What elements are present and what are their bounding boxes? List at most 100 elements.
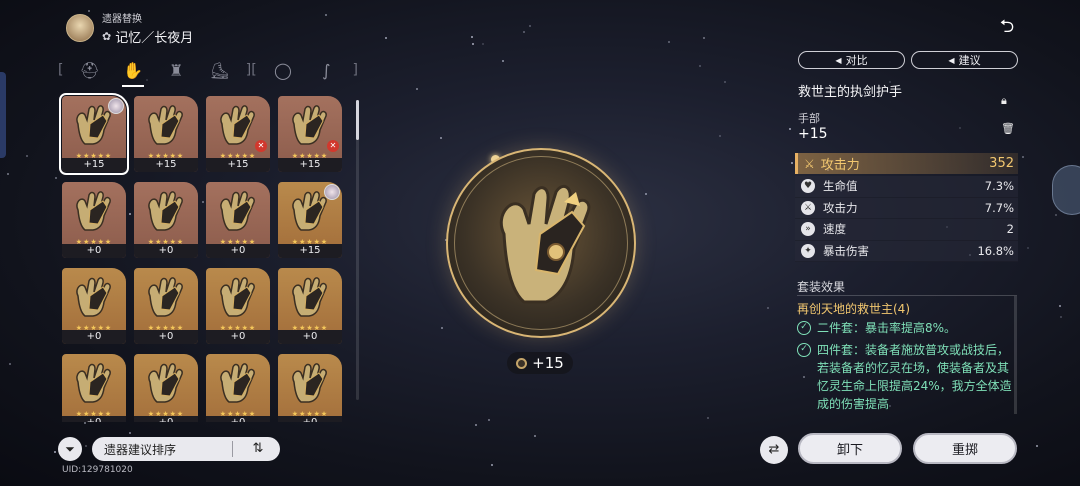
star-dot [528, 24, 531, 27]
bracket-right-icon: ] [352, 62, 358, 78]
relic-card[interactable]: ★★★★★ +15 [134, 96, 198, 172]
side-tab[interactable] [0, 72, 6, 158]
star-dot [9, 363, 12, 366]
relic-card[interactable]: ★★★★★+0 [206, 182, 270, 258]
glove-icon [142, 102, 186, 146]
glove-icon [214, 274, 258, 318]
boots-icon[interactable]: ⛸ [203, 57, 237, 83]
page-title: ✿ 记忆／长夜月 [102, 27, 193, 46]
relic-card[interactable]: ★★★★★ +15 [59, 93, 129, 175]
reroll-button[interactable]: 重掷 [913, 433, 1017, 464]
discard-icon[interactable]: 🗑︎ [1001, 122, 1015, 135]
owner-avatar [108, 98, 124, 114]
star-dot [645, 192, 648, 195]
relic-grid-panel[interactable]: ★★★★★ +15 ★★★★★ +15 ★★★★★ +15 ✕ ★★★★★ +15 ✕ ★★★★★ +… [58, 92, 356, 422]
relic-card[interactable]: ★★★★★ +15 [278, 182, 342, 258]
sub-stat-name: 速度 [823, 222, 846, 237]
play-arrow-icon: ◀ [835, 55, 842, 65]
relic-card[interactable]: ★★★★★ +15 ✕ [278, 96, 342, 172]
relic-level-label: +0 [134, 244, 198, 258]
star-dot [472, 42, 474, 45]
filter-button[interactable]: ⏷ [58, 437, 82, 461]
relic-level-label: +15 [206, 158, 270, 172]
unequip-button[interactable]: 卸下 [798, 433, 902, 464]
showcase-level-badge: +15 [507, 352, 573, 374]
glove-icon [286, 102, 330, 146]
bracket-mid-icon: ][ [245, 62, 257, 78]
sphere-icon[interactable]: ◯ [266, 57, 300, 83]
compare-button[interactable]: ◀ 对比 [798, 51, 905, 69]
set-effects-list[interactable]: ✓ 二件套：暴击率提高8%。 ✓ 四件套：装备者施放普攻或战技后，若装备者的忆灵… [797, 319, 1017, 415]
star-dot [325, 14, 328, 17]
sub-stat-value: 16.8% [977, 243, 1014, 258]
relic-card[interactable]: ★★★★★+0 [134, 354, 198, 422]
swap-icon[interactable]: ⇄ [760, 436, 788, 464]
set-divider [797, 295, 1017, 296]
relic-card[interactable]: ★★★★★+0 [278, 354, 342, 422]
character-path-name: 记忆／长夜月 [115, 31, 194, 46]
relic-level-label: +15 [62, 158, 126, 172]
suggest-label: 建议 [958, 54, 981, 67]
helmet-icon[interactable]: ⛑ [73, 57, 107, 83]
sword-icon: ⚔ [804, 156, 815, 171]
grid-scrollbar-thumb[interactable] [356, 100, 359, 140]
star-dot [698, 65, 701, 68]
check-icon: ✓ [797, 321, 811, 335]
star-dot [416, 88, 419, 91]
grid-scrollbar-track[interactable] [356, 100, 359, 400]
star-dot [85, 444, 88, 447]
sub-stat-row: ⚔ 攻击力 7.7% [795, 197, 1018, 219]
star-dot [724, 80, 727, 83]
armor-icon[interactable]: ♜ [159, 57, 193, 83]
glove-icon [70, 102, 114, 146]
rope-icon[interactable]: ∫ [309, 57, 343, 83]
star-dot [522, 30, 525, 33]
back-icon[interactable]: ⮌ [994, 14, 1020, 37]
star-dot [490, 464, 493, 467]
relic-card[interactable]: ★★★★★+0 [278, 268, 342, 344]
relic-level-label: +0 [206, 330, 270, 344]
glove-icon [70, 274, 114, 318]
glove-icon [214, 188, 258, 232]
relic-level: +15 [798, 126, 828, 142]
suggest-button[interactable]: ◀ 建议 [911, 51, 1018, 69]
glove-icon [70, 188, 114, 232]
relic-card[interactable]: ★★★★★+0 [134, 182, 198, 258]
sub-stat-value: 2 [1006, 222, 1014, 237]
lock-icon[interactable]: 🔒︎ [1001, 94, 1007, 108]
character-avatar[interactable] [66, 14, 94, 42]
glove-icon [214, 360, 258, 404]
side-float-button[interactable] [1052, 165, 1080, 215]
boot-speed-icon: » [801, 222, 815, 237]
set-effect-title: 套装效果 [797, 280, 846, 294]
relic-card[interactable]: ★★★★★+0 [62, 354, 126, 422]
glove-icon [499, 184, 591, 304]
relic-level-label: +0 [206, 416, 270, 422]
relic-level-label: +0 [134, 330, 198, 344]
play-arrow-icon: ◀ [948, 55, 955, 65]
set-effects-scrollbar[interactable] [1014, 296, 1017, 414]
relic-level-label: +15 [278, 158, 342, 172]
star-dot [128, 431, 131, 434]
relic-level-label: +0 [62, 244, 126, 258]
star-dot [1026, 246, 1029, 249]
relic-card[interactable]: ★★★★★+0 [62, 268, 126, 344]
relic-slot-name: 手部 [798, 112, 820, 125]
glove-icon[interactable]: ✋ [116, 57, 150, 87]
relic-card[interactable]: ★★★★★+0 [206, 268, 270, 344]
sort-order-icon[interactable]: ⇅ [240, 437, 276, 461]
relic-card[interactable]: ★★★★★+0 [62, 182, 126, 258]
star-dot [25, 155, 28, 158]
set-effect-text: 二件套：暴击率提高8%。 [817, 321, 957, 335]
relic-card[interactable]: ★★★★★+0 [206, 354, 270, 422]
star-dot [706, 417, 709, 420]
discard-mark-icon: ✕ [255, 140, 267, 152]
relic-level-label: +0 [62, 416, 126, 422]
relic-level-label: +0 [62, 330, 126, 344]
page-subtitle: 遗器替换 [102, 14, 142, 25]
relic-card[interactable]: ★★★★★ +15 ✕ [206, 96, 270, 172]
star-dot [1054, 213, 1057, 216]
path-icon: ✿ [102, 30, 112, 43]
uid-label: UID:129781020 [62, 465, 133, 475]
relic-card[interactable]: ★★★★★+0 [134, 268, 198, 344]
